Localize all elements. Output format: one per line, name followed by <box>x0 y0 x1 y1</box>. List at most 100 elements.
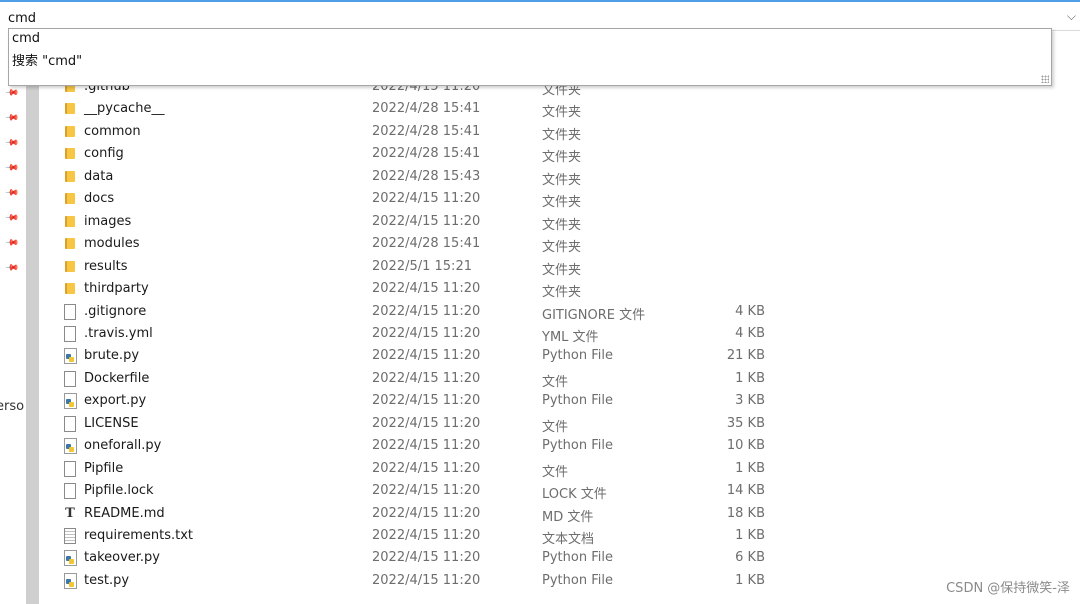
file-size: 10 KB <box>726 438 765 454</box>
folder-icon <box>63 215 76 229</box>
file-row[interactable]: Dockerfile 2022/4/15 11:20 文件 1 KB <box>40 368 820 390</box>
file-name: LICENSE <box>84 415 139 431</box>
file-row[interactable]: brute.py 2022/4/15 11:20 Python File 21 KB <box>40 345 820 367</box>
file-row[interactable]: export.py 2022/4/15 11:20 Python File 3 KB <box>40 390 820 412</box>
file-name: oneforall.py <box>84 438 162 454</box>
file-date-modified: 2022/4/28 15:41 <box>372 146 481 162</box>
file-row[interactable]: .gitignore 2022/4/15 11:20 GITIGNORE 文件 4 K… <box>40 301 820 323</box>
blank-file-icon <box>64 325 76 342</box>
file-row[interactable]: LICENSE 2022/4/15 11:20 文件 35 KB <box>40 413 820 435</box>
folder-icon <box>63 192 76 206</box>
python-file-icon <box>64 393 77 410</box>
file-date-modified: 2022/4/15 11:20 <box>372 393 481 409</box>
pin-icon[interactable]: 📌 <box>4 135 19 150</box>
file-date-modified: 2022/4/15 11:20 <box>372 438 481 454</box>
pane-splitter[interactable] <box>26 30 39 604</box>
file-row[interactable]: thirdparty 2022/4/15 11:20 文件夹 <box>40 278 820 300</box>
file-row[interactable]: modules 2022/4/28 15:41 文件夹 <box>40 233 820 255</box>
folder-icon <box>63 260 76 274</box>
file-date-modified: 2022/4/15 11:20 <box>372 505 481 521</box>
file-date-modified: 2022/4/15 11:20 <box>372 528 481 543</box>
file-row[interactable]: images 2022/4/15 11:20 文件夹 <box>40 211 820 233</box>
file-date-modified: 2022/4/28 15:41 <box>372 101 481 117</box>
file-name: results <box>84 258 128 274</box>
folder-icon <box>63 125 76 139</box>
file-type: 文本文档 <box>542 532 595 547</box>
text-file-icon <box>64 528 76 544</box>
file-name: thirdparty <box>84 281 149 297</box>
file-row[interactable]: Pipfile.lock 2022/4/15 11:20 LOCK 文件 14 KB <box>40 480 820 502</box>
file-row[interactable]: T README.md 2022/4/15 11:20 MD 文件 18 KB <box>40 503 820 525</box>
folder-icon <box>63 102 76 116</box>
file-size: 1 KB <box>735 572 765 588</box>
file-name: config <box>84 146 124 162</box>
pin-icon[interactable]: 📌 <box>4 160 19 175</box>
pin-icon[interactable]: 📌 <box>4 260 19 275</box>
file-date-modified: 2022/4/15 11:20 <box>372 415 481 431</box>
python-file-icon <box>64 572 77 589</box>
file-date-modified: 2022/4/15 11:20 <box>372 303 481 319</box>
file-type: 文件 <box>542 419 569 435</box>
file-name: export.py <box>84 393 147 409</box>
pin-icon[interactable]: 📌 <box>4 110 19 125</box>
pin-icon[interactable]: 📌 <box>4 185 19 200</box>
file-type: YML 文件 <box>542 329 599 345</box>
file-date-modified: 2022/4/15 11:20 <box>372 281 481 297</box>
file-row[interactable]: oneforall.py 2022/4/15 11:20 Python File 10… <box>40 435 820 457</box>
file-name: common <box>84 123 141 139</box>
file-row[interactable]: docs 2022/4/15 11:20 文件夹 <box>40 188 820 210</box>
file-name: images <box>84 213 132 229</box>
file-date-modified: 2022/4/28 15:41 <box>372 236 481 252</box>
file-row[interactable]: common 2022/4/28 15:41 文件夹 <box>40 121 820 143</box>
file-row[interactable]: takeover.py 2022/4/15 11:20 Python File 6 K… <box>40 547 820 569</box>
python-file-icon <box>64 550 77 567</box>
file-size: 18 KB <box>726 505 765 521</box>
pin-icon[interactable]: 📌 <box>4 235 19 250</box>
file-type: Python File <box>542 393 613 409</box>
file-type: 文件夹 <box>542 217 582 233</box>
chevron-down-icon[interactable]: ⌵ <box>1067 9 1076 24</box>
suggestion-item-search[interactable]: 搜索 "cmd" <box>12 50 82 69</box>
file-type: 文件夹 <box>542 172 582 188</box>
file-name: modules <box>84 236 140 252</box>
file-type: 文件夹 <box>542 127 582 143</box>
window-top-border <box>0 0 1080 2</box>
address-input[interactable]: cmd <box>8 11 36 26</box>
file-type: 文件夹 <box>542 105 582 121</box>
address-suggestion-dropdown: cmd 搜索 "cmd" <box>8 28 1052 86</box>
file-date-modified: 2022/5/1 15:21 <box>372 258 472 274</box>
file-type: GITIGNORE 文件 <box>542 307 646 323</box>
file-row[interactable]: test.py 2022/4/15 11:20 Python File 1 KB <box>40 570 820 592</box>
file-size: 3 KB <box>735 393 765 409</box>
pin-icon[interactable]: 📌 <box>4 210 19 225</box>
resize-grip-icon[interactable] <box>1041 75 1049 83</box>
file-row[interactable]: .travis.yml 2022/4/15 11:20 YML 文件 4 KB <box>40 323 820 345</box>
file-type: 文件夹 <box>542 150 582 166</box>
file-size: 1 KB <box>735 528 765 543</box>
file-type: Python File <box>542 348 613 364</box>
pin-icon[interactable]: 📌 <box>4 85 19 100</box>
file-row[interactable]: requirements.txt 2022/4/15 11:20 文本文档 1 KB <box>40 525 820 547</box>
nav-item-label[interactable]: erso <box>0 399 24 414</box>
file-row[interactable]: data 2022/4/28 15:43 文件夹 <box>40 166 820 188</box>
address-bar[interactable]: cmd ⌵ <box>0 4 1080 31</box>
file-date-modified: 2022/4/15 11:20 <box>372 348 481 364</box>
file-date-modified: 2022/4/15 11:20 <box>372 483 481 499</box>
file-size: 1 KB <box>735 370 765 386</box>
python-file-icon <box>64 348 77 365</box>
file-row[interactable]: Pipfile 2022/4/15 11:20 文件 1 KB <box>40 458 820 480</box>
file-type: 文件夹 <box>542 195 582 211</box>
markdown-file-icon: T <box>65 505 75 521</box>
file-name: __pycache__ <box>84 101 165 117</box>
blank-file-icon <box>64 303 76 320</box>
suggestion-item[interactable]: cmd <box>12 31 40 46</box>
blank-file-icon <box>64 483 76 500</box>
file-name: takeover.py <box>84 550 161 566</box>
file-name: docs <box>84 191 115 207</box>
file-row[interactable]: results 2022/5/1 15:21 文件夹 <box>40 256 820 278</box>
file-row[interactable]: __pycache__ 2022/4/28 15:41 文件夹 <box>40 98 820 120</box>
file-name: Dockerfile <box>84 370 150 386</box>
file-type: 文件夹 <box>542 285 582 301</box>
file-row[interactable]: config 2022/4/28 15:41 文件夹 <box>40 143 820 165</box>
file-type: Python File <box>542 438 613 454</box>
